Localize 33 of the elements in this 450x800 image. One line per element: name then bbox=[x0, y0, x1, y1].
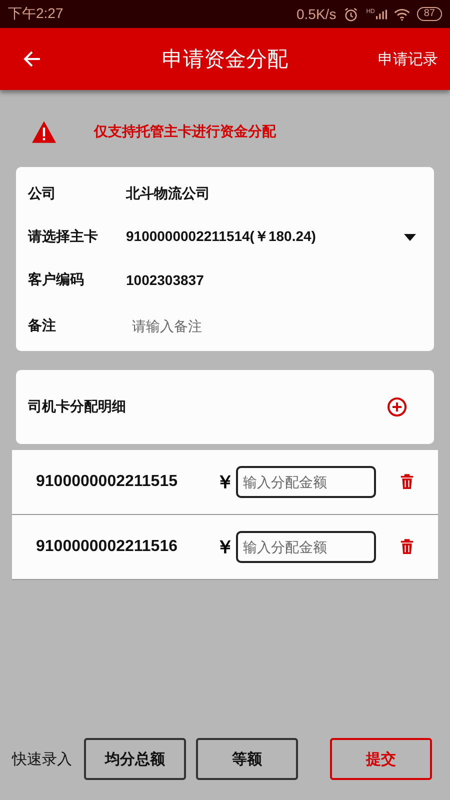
field-label: 备注 bbox=[28, 317, 57, 336]
records-link[interactable]: 申请记录 bbox=[378, 50, 438, 68]
amount-field[interactable]: 输入分配金额 bbox=[236, 466, 376, 498]
battery-level: 87 bbox=[416, 7, 442, 21]
alarm-clock-icon bbox=[343, 6, 360, 22]
field-value: 1002303837 bbox=[126, 272, 204, 288]
status-time: 下午2:27 bbox=[8, 5, 64, 23]
wifi-icon bbox=[394, 6, 410, 22]
card-dropdown[interactable]: 9100000002211514(￥180.24) bbox=[126, 228, 416, 246]
trash-icon[interactable] bbox=[400, 474, 414, 490]
remark-field[interactable]: 请输入备注 bbox=[126, 318, 416, 334]
field-label: 客户编码 bbox=[28, 270, 85, 289]
field-value: 北斗物流公司 bbox=[126, 185, 210, 204]
card-number: 9100000002211516 bbox=[36, 538, 178, 556]
signal-icon bbox=[376, 8, 387, 20]
add-circle-icon[interactable] bbox=[387, 397, 407, 417]
quick-entry-label: 快速录入 bbox=[12, 750, 72, 768]
back-arrow-icon[interactable] bbox=[22, 49, 42, 69]
card-number: 9100000002211515 bbox=[36, 473, 178, 491]
notice-text: 仅支持托管主卡进行资金分配 bbox=[94, 123, 276, 141]
field-label: 公司 bbox=[28, 185, 57, 204]
network-speed: 0.5K/s bbox=[296, 6, 336, 22]
quick-fill-button[interactable]: 均分总额 bbox=[84, 738, 186, 780]
trash-icon[interactable] bbox=[400, 539, 414, 555]
currency-sign: ￥ bbox=[216, 471, 234, 494]
page-title: 申请资金分配 bbox=[161, 47, 289, 73]
warning-icon bbox=[30, 120, 58, 144]
currency-sign: ￥ bbox=[216, 536, 234, 559]
amount-field[interactable]: 输入分配金额 bbox=[236, 531, 376, 563]
field-label: 请选择主卡 bbox=[28, 228, 99, 246]
quick-fill-button[interactable]: 等额 bbox=[196, 738, 298, 780]
caret-icon bbox=[404, 234, 416, 241]
section-title: 司机卡分配明细 bbox=[28, 398, 126, 416]
